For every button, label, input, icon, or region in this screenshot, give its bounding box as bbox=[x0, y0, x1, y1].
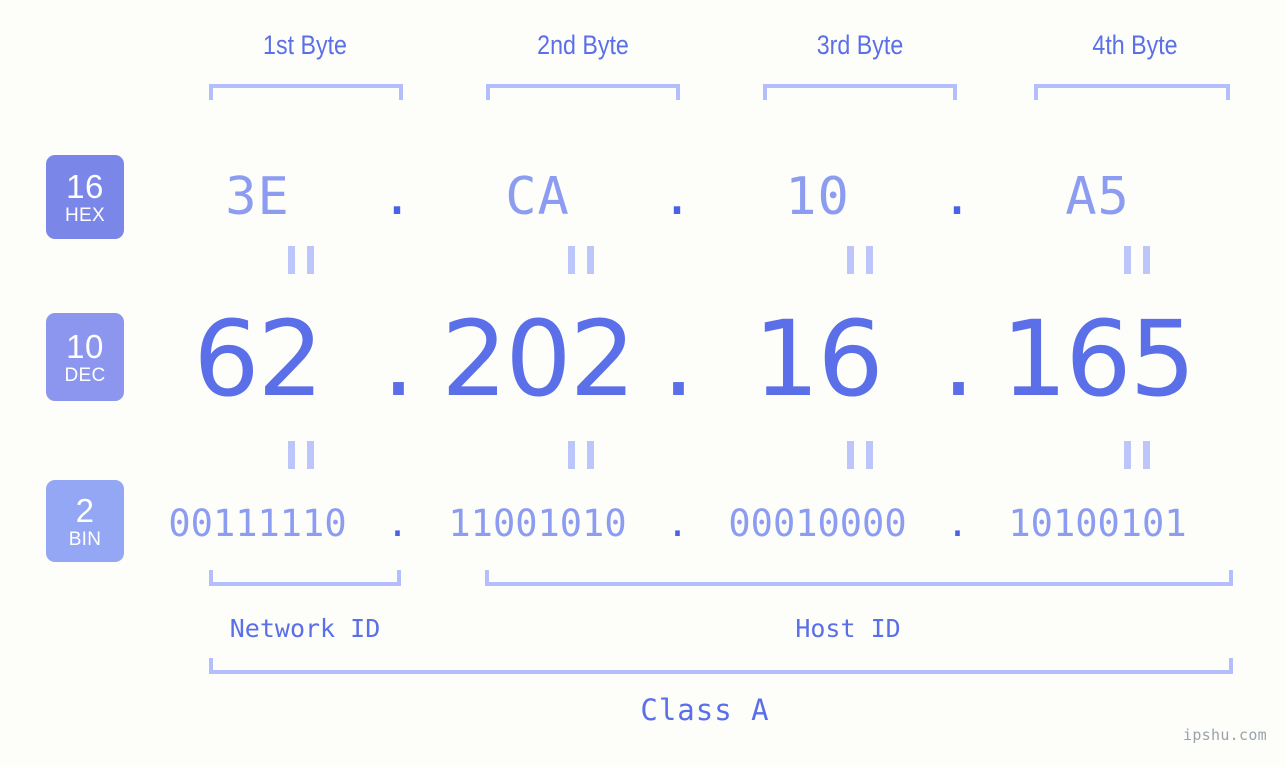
hex-byte-2: CA bbox=[505, 167, 570, 227]
bin-separator-2: . bbox=[666, 501, 689, 545]
dec-byte-1: 62 bbox=[193, 298, 323, 420]
network-id-label: Network ID bbox=[229, 614, 381, 643]
base-badge-bin-number: 2 bbox=[75, 491, 95, 529]
dec-separator-3: . bbox=[941, 298, 975, 420]
class-label: Class A bbox=[640, 693, 770, 727]
byte-header-4: 4th Byte bbox=[1092, 30, 1178, 60]
watermark: ipshu.com bbox=[1183, 726, 1267, 744]
byte-header-1: 1st Byte bbox=[263, 30, 347, 60]
byte-header-2: 2nd Byte bbox=[537, 30, 629, 60]
bin-byte-2: 11001010 bbox=[448, 501, 627, 545]
network-id-bracket bbox=[209, 570, 401, 586]
hex-byte-3: 10 bbox=[785, 167, 850, 227]
base-badge-dec-number: 10 bbox=[66, 327, 104, 365]
byte-bracket-2 bbox=[486, 84, 680, 100]
equals-icon-hex-dec-2 bbox=[568, 246, 594, 274]
hex-byte-4: A5 bbox=[1065, 167, 1130, 227]
hex-separator-1: . bbox=[381, 167, 414, 227]
bin-byte-4: 10100101 bbox=[1008, 501, 1187, 545]
dec-separator-2: . bbox=[661, 298, 695, 420]
equals-icon-hex-dec-4 bbox=[1124, 246, 1150, 274]
equals-icon-dec-bin-4 bbox=[1124, 441, 1150, 469]
base-badge-bin: 2 BIN bbox=[46, 480, 124, 562]
bin-separator-1: . bbox=[386, 501, 409, 545]
bin-separator-3: . bbox=[946, 501, 969, 545]
base-badge-hex: 16 HEX bbox=[46, 155, 124, 239]
base-badge-dec-name: DEC bbox=[64, 364, 106, 386]
bin-byte-1: 00111110 bbox=[168, 501, 347, 545]
base-badge-hex-name: HEX bbox=[65, 204, 105, 226]
byte-bracket-3 bbox=[763, 84, 957, 100]
byte-bracket-4 bbox=[1034, 84, 1230, 100]
byte-bracket-1 bbox=[209, 84, 403, 100]
hex-value-row: 3E . CA . 10 . A5 bbox=[150, 150, 1260, 244]
base-badge-bin-name: BIN bbox=[68, 528, 102, 550]
dec-byte-3: 16 bbox=[753, 298, 883, 420]
equals-icon-dec-bin-1 bbox=[288, 441, 314, 469]
dec-byte-4: 165 bbox=[1001, 298, 1196, 420]
bin-value-row: 00111110 . 11001010 . 00010000 . 1010010… bbox=[150, 490, 1260, 556]
dec-value-row: 62 . 202 . 16 . 165 bbox=[150, 298, 1260, 420]
hex-separator-2: . bbox=[661, 167, 694, 227]
byte-header-3: 3rd Byte bbox=[816, 30, 904, 60]
class-bracket bbox=[209, 658, 1233, 674]
equals-icon-hex-dec-1 bbox=[288, 246, 314, 274]
dec-byte-2: 202 bbox=[441, 298, 636, 420]
host-id-label: Host ID bbox=[795, 614, 901, 643]
base-badge-hex-number: 16 bbox=[66, 167, 104, 205]
hex-separator-3: . bbox=[941, 167, 974, 227]
hex-byte-1: 3E bbox=[225, 167, 290, 227]
bin-byte-3: 00010000 bbox=[728, 501, 907, 545]
host-id-bracket bbox=[485, 570, 1233, 586]
dec-separator-1: . bbox=[381, 298, 415, 420]
ip-breakdown-diagram: 1st Byte 2nd Byte 3rd Byte 4th Byte 16 H… bbox=[0, 0, 1285, 767]
equals-icon-dec-bin-3 bbox=[847, 441, 873, 469]
base-badge-dec: 10 DEC bbox=[46, 313, 124, 401]
equals-icon-dec-bin-2 bbox=[568, 441, 594, 469]
equals-icon-hex-dec-3 bbox=[847, 246, 873, 274]
